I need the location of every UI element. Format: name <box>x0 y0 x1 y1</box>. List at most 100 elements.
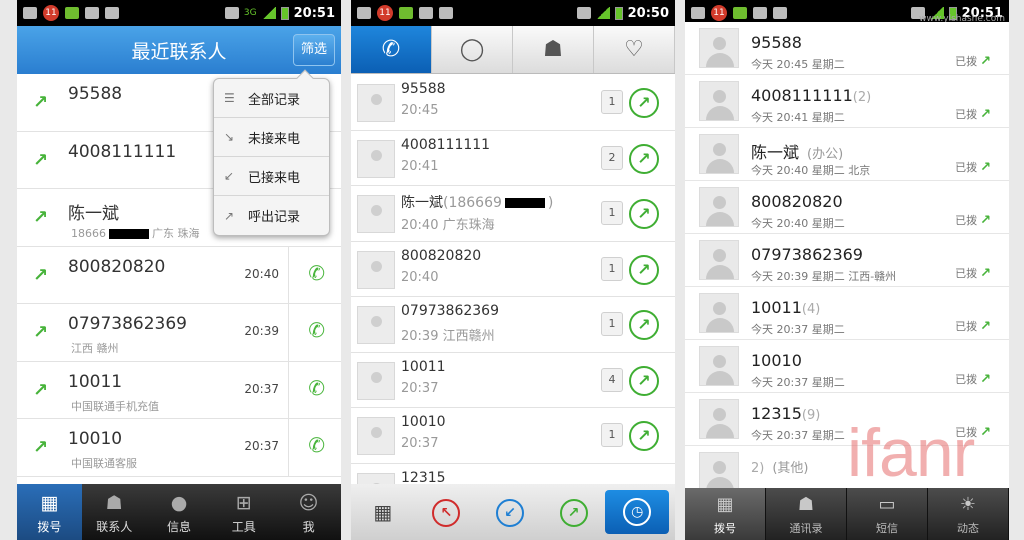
redaction-bar <box>109 229 149 239</box>
tab-favorites[interactable]: ♡ <box>594 26 675 73</box>
filter-all-button[interactable]: ◷ <box>605 490 669 534</box>
list-item[interactable]: 07973862369 今天 20:39 星期二 江西-赣州 已拨 ↗ <box>685 234 1009 287</box>
list-item[interactable]: 800820820 20:40 1 ↗ <box>351 242 675 297</box>
list-item[interactable]: 95588 今天 20:45 星期二 已拨 ↗ <box>685 22 1009 75</box>
status-bar: 11 3G 20:51 <box>17 0 341 26</box>
contact-number: 10010 <box>68 429 123 449</box>
list-item[interactable]: 陈一斌(186669) 20:40 广东珠海 1 ↗ <box>351 186 675 242</box>
menu-item-received-calls[interactable]: ↙ 已接来电 <box>214 157 329 196</box>
bottom-tab-bar: ▦ 拨号 ☗ 联系人 ● 信息 ⊞ 工具 ☺ 我 <box>17 484 341 540</box>
contact-detail: 江西 赣州 <box>71 342 119 355</box>
call-count-badge: 4 <box>601 367 623 392</box>
list-item[interactable]: ↗ 10010 中国联通客服 20:37 ✆ <box>17 419 341 477</box>
outgoing-arrow-icon: ↗ <box>33 437 49 458</box>
outgoing-call-icon[interactable]: ↗ <box>629 199 659 229</box>
list-item[interactable]: 95588 20:45 1 ↗ <box>351 75 675 131</box>
call-detail: 今天 20:37 星期二 <box>751 429 845 442</box>
list-item[interactable]: 10011 20:37 4 ↗ <box>351 353 675 408</box>
tab-tools[interactable]: ⊞ 工具 <box>211 484 276 540</box>
contact-number: 2) (其他) <box>751 457 809 476</box>
contact-number: 95588 <box>401 81 446 97</box>
contact-number: 95588 <box>751 33 802 52</box>
filter-outgoing-button[interactable]: ↗ <box>542 498 606 527</box>
list-item[interactable]: 10011(4) 今天 20:37 星期二 已拨 ↗ <box>685 287 1009 340</box>
phone-prefix: 18666 <box>71 227 106 240</box>
tab-label: 拨号 <box>37 520 62 534</box>
status-text: 已拨 <box>955 320 978 333</box>
tab-messages[interactable]: ◯ <box>432 26 513 73</box>
outgoing-call-icon[interactable]: ↗ <box>629 88 659 118</box>
list-item[interactable]: 4008111111 20:41 2 ↗ <box>351 131 675 186</box>
usb-icon <box>773 7 787 19</box>
phone-call-icon[interactable]: ✆ <box>308 261 325 285</box>
android-icon <box>85 7 99 19</box>
tab-messages[interactable]: ▭ 短信 <box>847 488 928 540</box>
call-detail: 今天 20:45 星期二 <box>751 58 845 71</box>
keypad-icon: ▦ <box>40 492 59 514</box>
outgoing-call-icon[interactable]: ↗ <box>629 310 659 340</box>
list-item[interactable]: 12315(9) 今天 20:37 星期二 已拨 ↗ <box>685 393 1009 446</box>
outgoing-call-icon[interactable]: ↗ <box>629 421 659 451</box>
mail-icon <box>357 7 371 19</box>
list-icon: ☰ <box>224 91 235 105</box>
keypad-icon: ▦ <box>373 500 393 524</box>
menu-item-outgoing-calls[interactable]: ↗ 呼出记录 <box>214 196 329 235</box>
tab-contacts[interactable]: ☗ <box>513 26 594 73</box>
status-bar: 11 20:50 <box>351 0 675 26</box>
phone-call-icon[interactable]: ✆ <box>308 376 325 400</box>
call-history-list: 95588 今天 20:45 星期二 已拨 ↗ 4008111111(2) 今天 20:… <box>685 22 1009 499</box>
tab-me[interactable]: ☺ 我 <box>276 484 341 540</box>
tab-contacts[interactable]: ☗ 通讯录 <box>766 488 847 540</box>
pea-app-icon <box>399 7 413 19</box>
call-status: 已拨 ↗ <box>955 318 991 334</box>
list-item[interactable]: 陈一斌 (办公) 今天 20:40 星期二 北京 已拨 ↗ <box>685 128 1009 181</box>
call-count-badge: 1 <box>601 201 623 225</box>
filter-missed-button[interactable]: ↖ <box>415 498 479 527</box>
status-text: 已拨 <box>955 426 978 439</box>
tab-dialer[interactable]: ▦ 拨号 <box>685 488 766 540</box>
list-item[interactable]: ↗ 10011 中国联通手机充值 20:37 ✆ <box>17 361 341 419</box>
tab-messages[interactable]: ● 信息 <box>147 484 212 540</box>
list-item[interactable]: 07973862369 20:39 江西赣州 1 ↗ <box>351 297 675 353</box>
status-text: 已拨 <box>955 373 978 386</box>
number-text: 95588 <box>751 33 802 52</box>
outgoing-arrow-icon: ↗ <box>33 149 49 171</box>
contact-number: 4008111111(2) <box>751 86 871 105</box>
phone-2: 11 20:50 ✆ ◯ ☗ ♡ 95588 20:45 1 ↗ 4008111111… <box>351 0 675 540</box>
menu-item-all-records[interactable]: ☰ 全部记录 <box>214 79 329 118</box>
list-item[interactable]: ↗ 07973862369 江西 赣州 20:39 ✆ <box>17 304 341 362</box>
clock-icon: ◷ <box>623 498 652 526</box>
tab-dialer[interactable]: ▦ 拨号 <box>17 484 82 540</box>
speech-bubble-icon: ◯ <box>459 37 485 62</box>
tab-feed[interactable]: ☀ 动态 <box>928 488 1009 540</box>
menu-item-missed-calls[interactable]: ↘ 未接来电 <box>214 118 329 157</box>
call-count: (2) <box>852 90 872 105</box>
person-icon: ☗ <box>543 37 563 62</box>
list-item[interactable]: 10010 20:37 1 ↗ <box>351 408 675 464</box>
outgoing-call-icon: ↗ <box>559 498 588 527</box>
list-item[interactable]: 800820820 今天 20:40 星期二 已拨 ↗ <box>685 181 1009 234</box>
rotate-icon <box>224 7 239 19</box>
outgoing-arrow-icon: ↗ <box>33 264 49 286</box>
call-detail: 20:40 广东珠海 <box>401 218 495 233</box>
dialpad-button[interactable]: ▦ <box>351 500 415 524</box>
outgoing-call-icon[interactable]: ↗ <box>629 365 659 396</box>
person-icon: ☗ <box>797 494 815 515</box>
outgoing-call-icon[interactable]: ↗ <box>629 254 659 285</box>
filter-incoming-button[interactable]: ↙ <box>478 498 542 527</box>
phone-call-icon[interactable]: ✆ <box>308 433 325 457</box>
tab-contacts[interactable]: ☗ 联系人 <box>82 484 147 540</box>
call-count: (4) <box>801 302 821 317</box>
outgoing-call-icon[interactable]: ↗ <box>629 143 659 174</box>
call-time: 20:39 <box>244 324 279 338</box>
phone-call-icon[interactable]: ✆ <box>308 318 325 342</box>
pea-app-icon <box>65 7 79 19</box>
list-item[interactable]: ↗ 800820820 20:40 ✆ <box>17 246 341 304</box>
tab-call-log[interactable]: ✆ <box>351 26 432 73</box>
list-item[interactable]: 4008111111(2) 今天 20:41 星期二 已拨 ↗ <box>685 75 1009 128</box>
status-text: 已拨 <box>955 55 978 68</box>
filter-button[interactable]: 筛选 <box>293 34 335 66</box>
list-item[interactable]: 10010 今天 20:37 星期二 已拨 ↗ <box>685 340 1009 393</box>
top-tab-bar: ✆ ◯ ☗ ♡ <box>351 26 675 74</box>
rotate-icon <box>576 7 591 19</box>
